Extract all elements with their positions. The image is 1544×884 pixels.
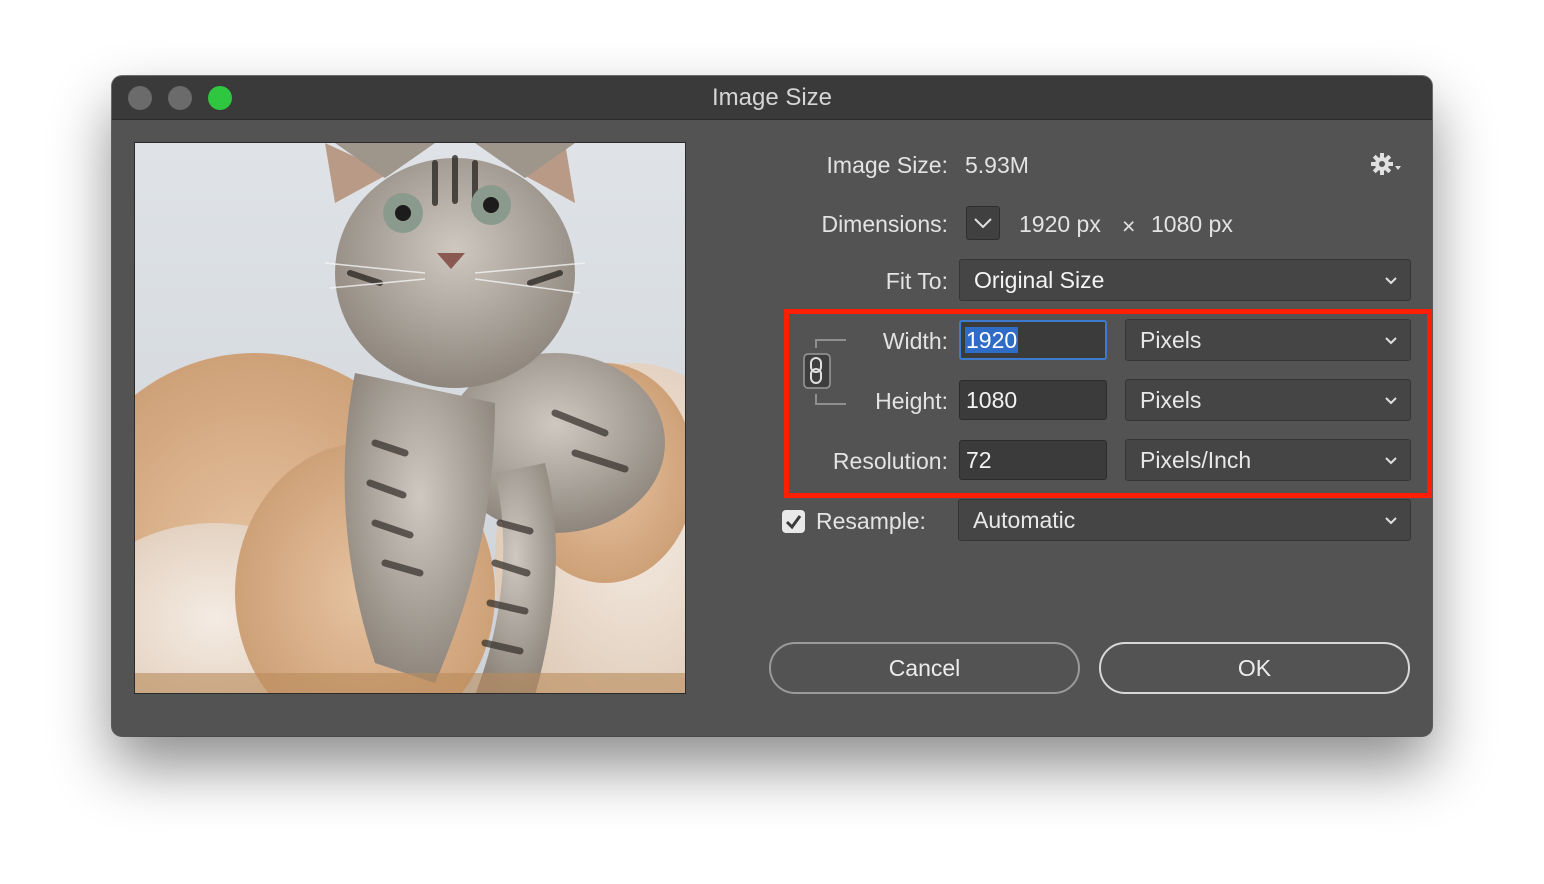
chevron-down-icon — [974, 218, 992, 229]
resample-label: Resample: — [816, 508, 926, 534]
image-size-label: Image Size: — [826, 152, 948, 178]
resample-select[interactable]: Automatic — [958, 499, 1411, 541]
chevron-down-icon — [1385, 277, 1397, 285]
resample-checkbox[interactable] — [782, 510, 805, 533]
highlight-box — [784, 309, 1432, 498]
ok-button[interactable]: OK — [1099, 642, 1410, 694]
title-bar: Image Size — [112, 76, 1432, 120]
chevron-down-icon — [1385, 517, 1397, 525]
window-title: Image Size — [711, 84, 833, 111]
dimensions-separator: × — [1122, 213, 1136, 239]
dimensions-width-value: 1920 px — [1019, 211, 1101, 237]
dimensions-height-value: 1080 px — [1151, 211, 1233, 237]
cancel-button[interactable]: Cancel — [769, 642, 1080, 694]
fit-to-label: Fit To: — [885, 268, 948, 294]
image-preview[interactable] — [134, 142, 686, 694]
fit-to-select[interactable]: Original Size — [959, 259, 1411, 301]
dimensions-label: Dimensions: — [821, 211, 948, 237]
image-size-value: 5.93M — [965, 152, 1029, 178]
settings-gear-button[interactable] — [1370, 152, 1404, 178]
fit-to-value: Original Size — [974, 267, 1105, 293]
dimensions-unit-toggle[interactable] — [966, 206, 1000, 240]
resample-value: Automatic — [973, 507, 1076, 533]
checkmark-icon — [785, 515, 802, 530]
image-size-dialog: Image Size Image Size: 5.93M Dimensions:… — [112, 76, 1432, 736]
kitten-preview-image — [135, 143, 685, 693]
gear-icon — [1371, 153, 1401, 175]
